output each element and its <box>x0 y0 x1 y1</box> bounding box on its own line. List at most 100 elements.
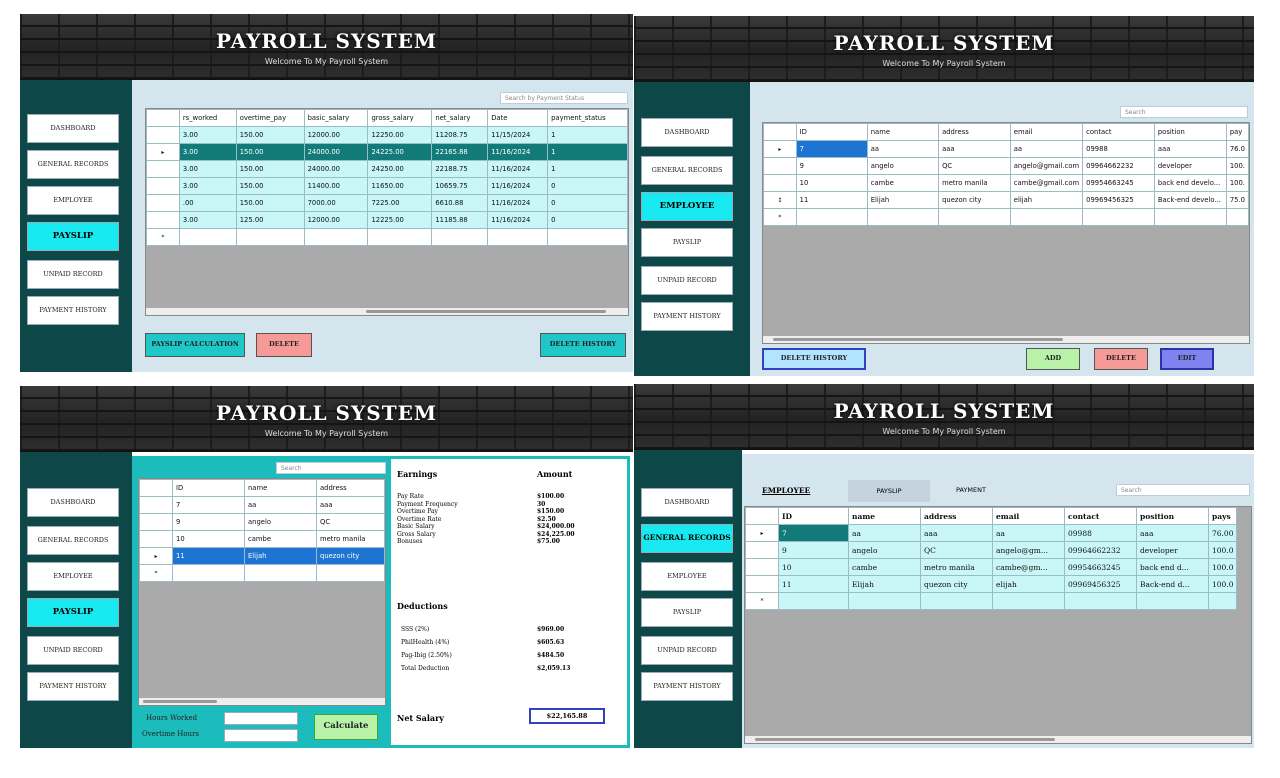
column-header[interactable]: payment_status <box>547 109 628 127</box>
nav-unpaid-record[interactable]: UNPAID RECORD <box>27 636 119 665</box>
column-header[interactable]: overtime_pay <box>235 109 305 127</box>
search-input[interactable]: Search <box>276 462 386 474</box>
table-row[interactable]: ↕ 11 Elijah quezon city elijah 09969456325 Ba… <box>763 191 1249 209</box>
column-header[interactable]: net_salary <box>431 109 489 127</box>
column-header[interactable]: pay <box>1225 123 1249 141</box>
nav-payslip[interactable]: PAYSLIP <box>641 598 733 627</box>
nav-dashboard[interactable]: DASHBOARD <box>27 488 119 517</box>
nav-unpaid-record[interactable]: UNPAID RECORD <box>641 266 733 295</box>
nav-employee[interactable]: EMPLOYEE <box>641 562 733 591</box>
table-row[interactable]: ▸ 7 aa aaa aa 09988 aaa 76.0 <box>763 140 1249 158</box>
overtime-hours-input[interactable] <box>224 729 298 742</box>
table-row[interactable]: 10 cambe metro manila cambe@gmail.com 099546… <box>763 174 1249 192</box>
nav-general-records[interactable]: GENERAL RECORDS <box>27 526 119 555</box>
column-header[interactable]: ID <box>778 507 849 525</box>
column-header[interactable]: Date <box>487 109 549 127</box>
nav-dashboard[interactable]: DASHBOARD <box>27 114 119 143</box>
nav-payslip[interactable]: PAYSLIP <box>27 222 119 251</box>
nav-employee[interactable]: EMPLOYEE <box>641 192 733 221</box>
column-header[interactable]: pays <box>1207 507 1238 525</box>
table-row[interactable]: 3.00 150.00 12000.00 12250.00 11208.75 11/15/… <box>146 126 628 144</box>
table-row[interactable]: 3.00 125.00 12000.00 12225.00 11185.88 11/16/… <box>146 211 628 229</box>
horizontal-scrollbar[interactable] <box>763 336 1249 343</box>
hours-worked-input[interactable] <box>224 712 298 725</box>
nav-employee[interactable]: EMPLOYEE <box>27 186 119 215</box>
column-header[interactable]: ID <box>795 123 868 141</box>
nav-general-records[interactable]: GENERAL RECORDS <box>27 150 119 179</box>
nav-general-records[interactable]: GENERAL RECORDS <box>641 156 733 185</box>
table-row[interactable]: 7 aa aaa <box>139 496 385 514</box>
tab-employee[interactable]: EMPLOYEE <box>762 486 810 495</box>
table-row[interactable]: 10 cambe metro manila <box>139 530 385 548</box>
table-row-selected[interactable]: ▸ 3.00 150.00 24000.00 24225.00 22165.88 11/1… <box>146 143 628 161</box>
header-banner: PAYROLL SYSTEM Welcome To My Payroll Sys… <box>20 386 633 452</box>
new-row[interactable]: * <box>763 208 1249 226</box>
column-header[interactable]: name <box>244 479 317 497</box>
nav-payslip[interactable]: PAYSLIP <box>27 598 119 627</box>
column-header[interactable]: rs_worked <box>178 109 237 127</box>
column-header[interactable]: contact <box>1082 123 1155 141</box>
nav-payment-history[interactable]: PAYMENT HISTORY <box>27 672 119 701</box>
employee-grid[interactable]: ID name address 7 aa aaa 9 angelo QC 10 cambe… <box>138 478 386 706</box>
column-header[interactable]: name <box>866 123 940 141</box>
new-row[interactable]: * <box>139 564 385 582</box>
nav-unpaid-record[interactable]: UNPAID RECORD <box>641 636 733 665</box>
horizontal-scrollbar[interactable] <box>745 736 1251 743</box>
edit-button[interactable]: EDIT <box>1160 348 1214 370</box>
app-subtitle: Welcome To My Payroll System <box>882 59 1006 68</box>
column-header[interactable]: position <box>1153 123 1227 141</box>
search-input[interactable]: Search by Payment Status <box>500 92 628 104</box>
column-header[interactable]: basic_salary <box>303 109 369 127</box>
column-header[interactable]: email <box>1009 123 1084 141</box>
new-row[interactable]: * <box>146 228 628 246</box>
delete-button[interactable]: DELETE <box>1094 348 1148 370</box>
nav-employee[interactable]: EMPLOYEE <box>27 562 119 591</box>
nav-dashboard[interactable]: DASHBOARD <box>641 118 733 147</box>
nav-payment-history[interactable]: PAYMENT HISTORY <box>27 296 119 325</box>
employee-grid[interactable]: ID name address email contact position p… <box>762 122 1250 344</box>
column-header[interactable]: address <box>316 479 385 497</box>
table-row[interactable]: 10 cambe metro manila cambe@gm... 0995466324… <box>745 558 1238 576</box>
column-header[interactable]: name <box>848 507 921 525</box>
overtime-hours-label: Overtime Hours <box>142 730 200 738</box>
horizontal-scrollbar[interactable] <box>139 698 385 705</box>
nav-dashboard[interactable]: DASHBOARD <box>641 488 733 517</box>
general-records-grid[interactable]: ID name address email contact position p… <box>744 506 1252 744</box>
payslip-grid[interactable]: rs_worked overtime_pay basic_salary gros… <box>145 108 629 316</box>
nav-payment-history[interactable]: PAYMENT HISTORY <box>641 302 733 331</box>
delete-history-button[interactable]: DELETE HISTORY <box>762 348 866 370</box>
table-row[interactable]: 3.00 150.00 24000.00 24250.00 22188.75 11/16/… <box>146 160 628 178</box>
calculate-button[interactable]: Calculate <box>314 714 378 740</box>
table-row[interactable]: ▸ 7 aa aaa aa 09988 aaa 76.00 <box>745 524 1238 542</box>
column-header[interactable]: address <box>920 507 993 525</box>
horizontal-scrollbar[interactable] <box>146 308 628 315</box>
table-row[interactable]: 11 Elijah quezon city elijah 09969456325 Back… <box>745 575 1238 593</box>
tab-payment[interactable]: PAYMENT <box>956 486 986 494</box>
nav-payment-history[interactable]: PAYMENT HISTORY <box>641 672 733 701</box>
deductions-list: SSS (2%) $969.00 PhilHealth (4%) $605.63 P… <box>401 626 571 672</box>
new-row[interactable]: * <box>745 592 1238 610</box>
column-header[interactable]: gross_salary <box>367 109 433 127</box>
delete-history-button[interactable]: DELETE HISTORY <box>540 333 626 357</box>
add-button[interactable]: ADD <box>1026 348 1080 370</box>
table-row-selected[interactable]: ▸ 11 Elijah quezon city <box>139 547 385 565</box>
column-header[interactable]: email <box>992 507 1065 525</box>
search-input[interactable]: Search <box>1120 106 1248 118</box>
table-row[interactable]: 3.00 150.00 11400.00 11650.00 10659.75 11/16/… <box>146 177 628 195</box>
nav-payslip[interactable]: PAYSLIP <box>641 228 733 257</box>
payslip-calculation-button[interactable]: PAYSLIP CALCULATION <box>145 333 245 357</box>
column-header[interactable]: contact <box>1064 507 1137 525</box>
table-row[interactable]: 9 angelo QC angelo@gm... 09964662232 develope… <box>745 541 1238 559</box>
column-header[interactable]: address <box>938 123 1011 141</box>
tab-payslip[interactable]: PAYSLIP <box>848 480 930 502</box>
search-input[interactable]: Search <box>1116 484 1250 496</box>
nav-general-records[interactable]: GENERAL RECORDS <box>641 524 733 553</box>
nav-unpaid-record[interactable]: UNPAID RECORD <box>27 260 119 289</box>
table-row[interactable]: .00 150.00 7000.00 7225.00 6610.88 11/16/2024… <box>146 194 628 212</box>
app-title: PAYROLL SYSTEM <box>216 401 437 425</box>
table-row[interactable]: 9 angelo QC <box>139 513 385 531</box>
delete-button[interactable]: DELETE <box>256 333 312 357</box>
table-row[interactable]: 9 angelo QC angelo@gmail.com 09964662232 deve… <box>763 157 1249 175</box>
column-header[interactable]: ID <box>172 479 245 497</box>
column-header[interactable]: position <box>1136 507 1209 525</box>
